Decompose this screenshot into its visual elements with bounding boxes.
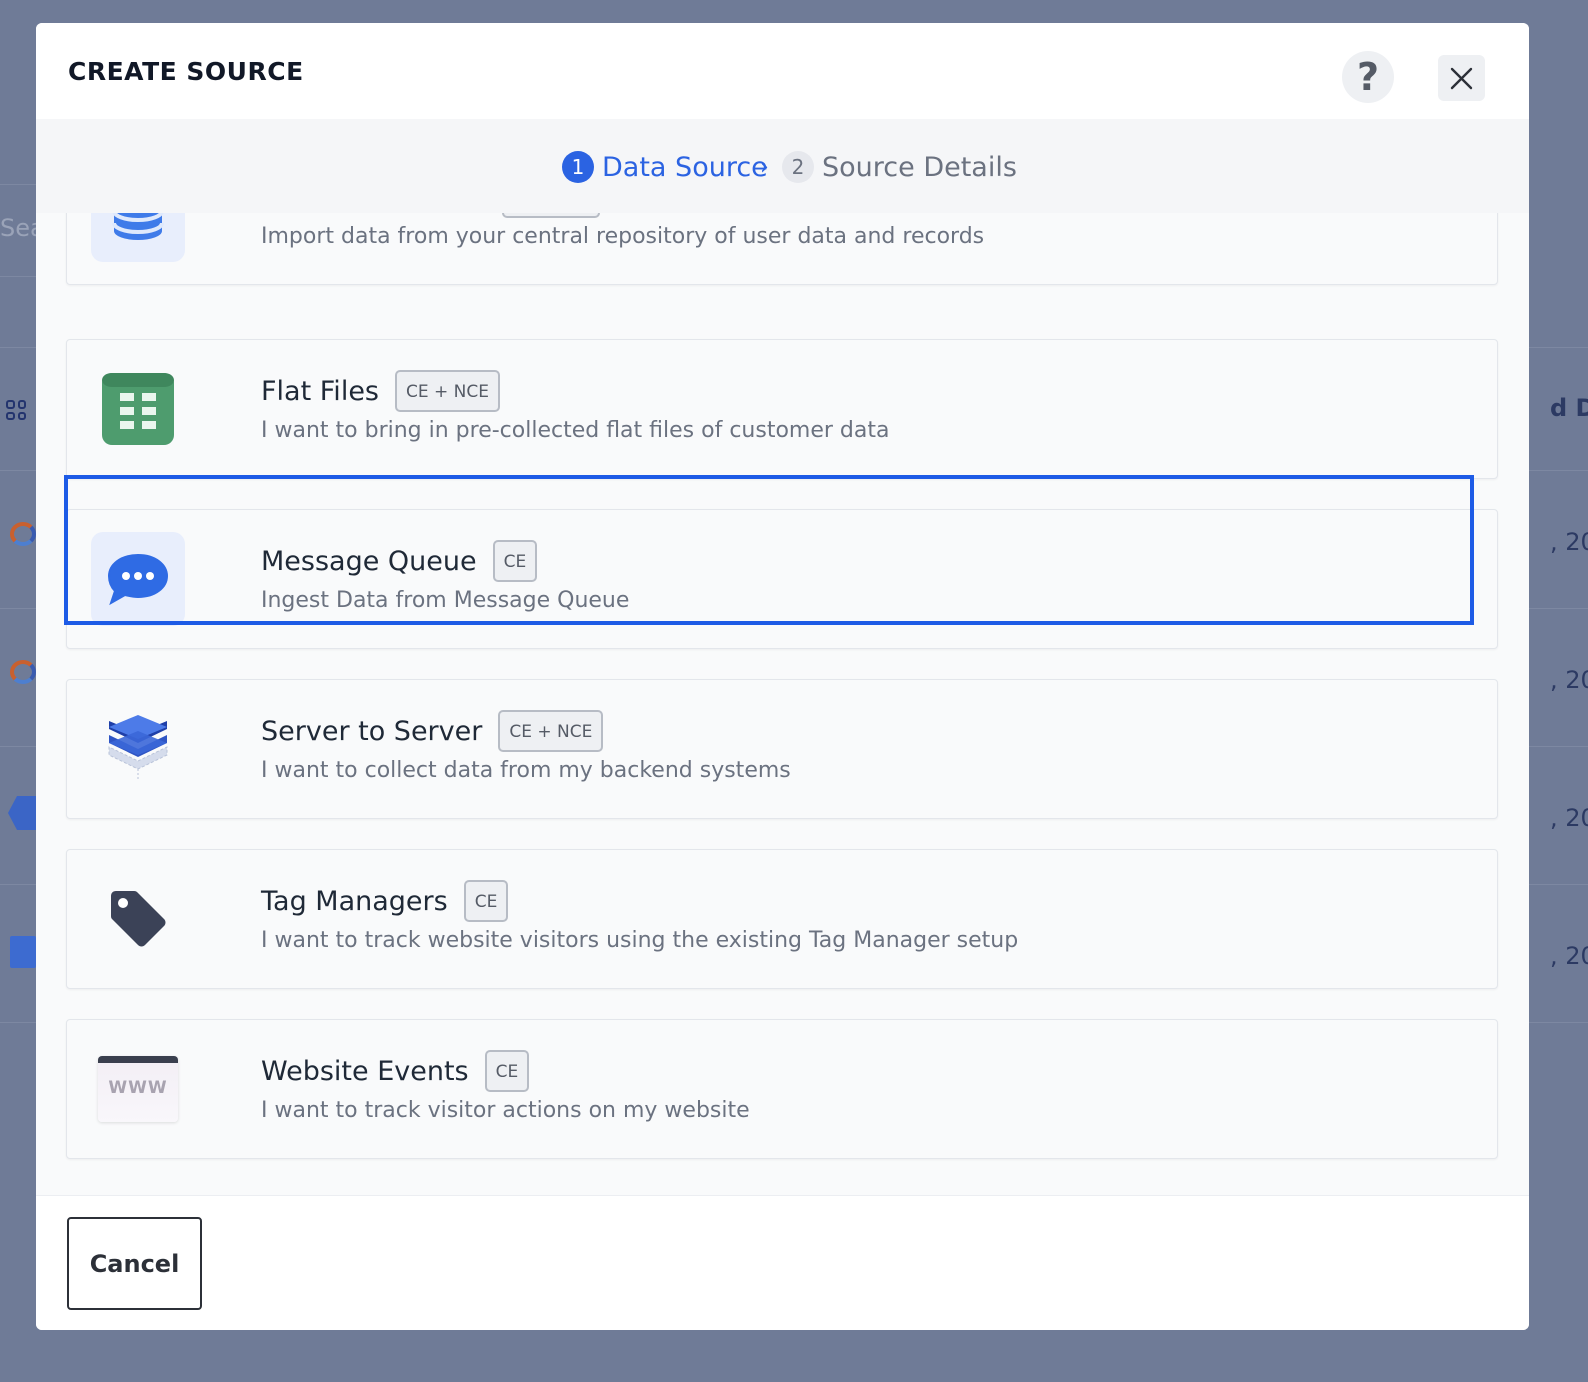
step-data-source[interactable]: 1 Data Source	[562, 149, 768, 185]
card-title-row: Website Events CE	[261, 1050, 530, 1092]
bg-column-header: d Da	[1550, 394, 1588, 422]
close-button[interactable]	[1438, 55, 1485, 101]
card-title: Message Queue	[261, 545, 477, 577]
help-button[interactable]: ?	[1342, 51, 1394, 103]
card-description: I want to track website visitors using t…	[261, 928, 1019, 953]
card-description: Ingest Data from Message Queue	[261, 588, 630, 613]
card-title-row: Tag Managers CE	[261, 880, 509, 922]
www-label: WWW	[108, 1078, 168, 1098]
source-card-tag-managers[interactable]: Tag Managers CE I want to track website …	[66, 849, 1498, 989]
step-number: 1	[562, 151, 594, 183]
card-title: Flat Files	[261, 375, 379, 407]
chat-bubble-icon	[91, 532, 185, 626]
card-title-row: Flat Files CE + NCE	[261, 370, 500, 412]
card-description: I want to bring in pre-collected flat fi…	[261, 418, 890, 443]
card-title-row: Message Queue CE	[261, 540, 538, 582]
card-description: I want to collect data from my backend s…	[261, 758, 791, 783]
grid-icon	[6, 400, 26, 420]
source-card-website-events[interactable]: WWW Website Events CE I want to track vi…	[66, 1019, 1498, 1159]
card-title-row: Server to Server CE + NCE	[261, 710, 604, 752]
spreadsheet-icon	[91, 362, 185, 456]
source-logo-icon	[10, 936, 36, 968]
card-title: Server to Server	[261, 715, 483, 747]
browser-www-icon: WWW	[91, 1042, 185, 1136]
step-label: Source Details	[822, 151, 1017, 183]
modal-header: CREATE SOURCE ?	[36, 23, 1529, 119]
create-source-modal: CREATE SOURCE ? 1 Data Source › 2 Source…	[36, 23, 1529, 1330]
card-description: Import data from your central repository…	[261, 224, 985, 249]
cancel-button[interactable]: Cancel	[67, 1217, 202, 1310]
bg-divider	[0, 184, 36, 185]
source-logo-icon	[8, 796, 38, 830]
source-logo-icon	[10, 522, 36, 546]
source-badge	[502, 213, 600, 218]
source-badge: CE	[484, 1050, 530, 1092]
bg-date-cell: , 20	[1550, 666, 1588, 694]
bg-date-cell: , 20	[1550, 942, 1588, 970]
step-label: Data Source	[602, 151, 768, 183]
source-card-database[interactable]: Import data from your central repository…	[66, 213, 1498, 285]
bg-divider	[0, 276, 36, 277]
chevron-right-icon: ›	[760, 155, 769, 180]
source-badge: CE	[492, 540, 538, 582]
close-icon	[1450, 67, 1473, 90]
tag-icon	[91, 872, 185, 966]
browser-window: WWW	[98, 1056, 178, 1122]
modal-footer: Cancel	[36, 1195, 1529, 1330]
source-badge: CE + NCE	[498, 710, 604, 752]
modal-title: CREATE SOURCE	[68, 57, 304, 86]
browser-titlebar	[98, 1056, 178, 1063]
source-list[interactable]: Import data from your central repository…	[36, 213, 1529, 1195]
card-title: Website Events	[261, 1055, 469, 1087]
database-icon	[91, 213, 185, 262]
source-card-message-queue[interactable]: Message Queue CE Ingest Data from Messag…	[66, 509, 1498, 649]
step-source-details[interactable]: 2 Source Details	[782, 149, 1017, 185]
source-badge: CE	[463, 880, 509, 922]
bg-date-cell: , 20	[1550, 804, 1588, 832]
card-title: Tag Managers	[261, 885, 448, 917]
server-stack-icon	[91, 702, 185, 796]
source-badge: CE + NCE	[395, 370, 500, 412]
bg-date-cell: , 20	[1550, 528, 1588, 556]
card-title-row	[261, 213, 600, 218]
source-card-flat-files[interactable]: Flat Files CE + NCE I want to bring in p…	[66, 339, 1498, 479]
stepper: 1 Data Source › 2 Source Details	[36, 119, 1529, 213]
step-number: 2	[782, 151, 814, 183]
card-description: I want to track visitor actions on my we…	[261, 1098, 750, 1123]
source-card-server-to-server[interactable]: Server to Server CE + NCE I want to coll…	[66, 679, 1498, 819]
bg-search-input: Sea	[0, 214, 36, 242]
source-logo-icon	[10, 660, 36, 684]
